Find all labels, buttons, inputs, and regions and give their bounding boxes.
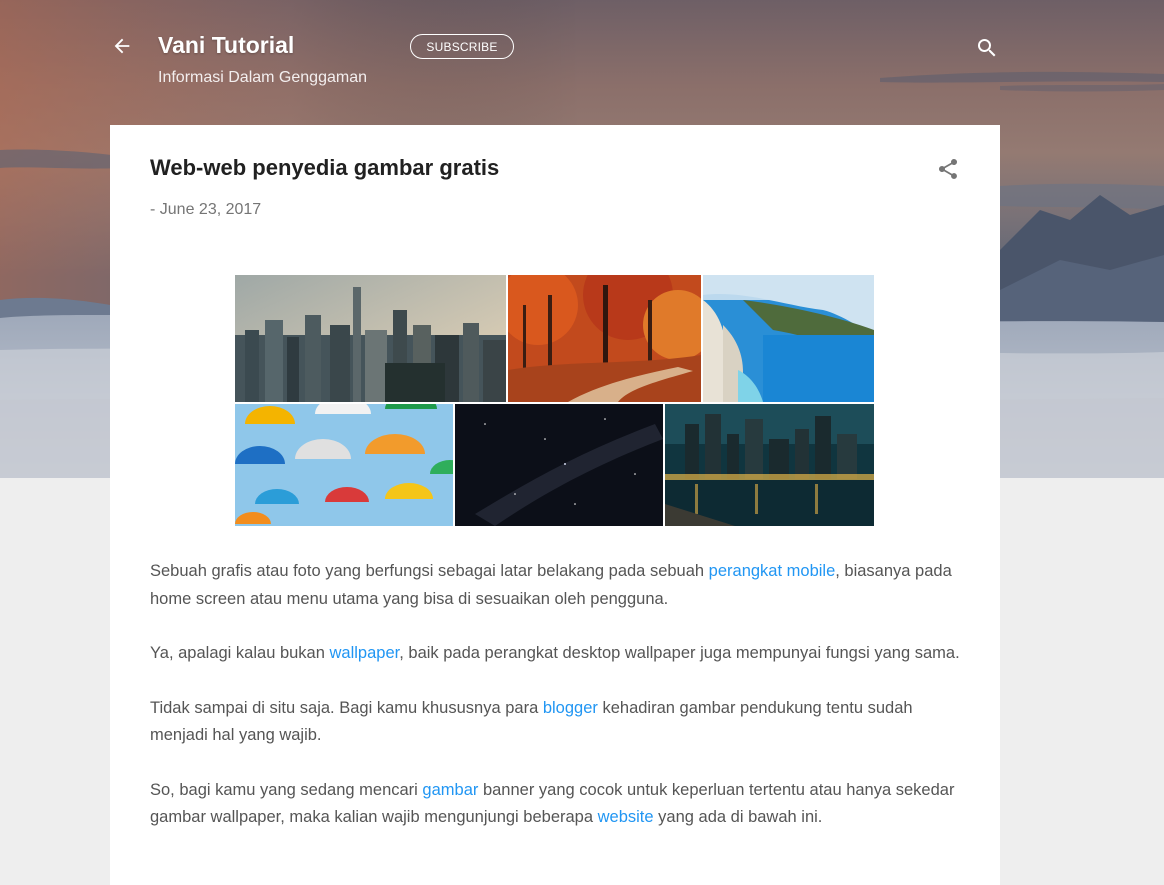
- paragraph-text: So, bagi kamu yang sedang mencari: [150, 780, 423, 799]
- night-sky-image: [455, 404, 663, 526]
- subscribe-button[interactable]: SUBSCRIBE: [410, 34, 514, 59]
- paragraph-text: yang ada di bawah ini.: [653, 808, 823, 826]
- post-card: Web-web penyedia gambar gratis - June 23…: [110, 125, 1000, 885]
- city-skyline-image: [235, 275, 506, 402]
- link-website[interactable]: website: [598, 808, 654, 826]
- paragraph: Ya, apalagi kalau bukan wallpaper, baik …: [150, 640, 960, 668]
- back-button[interactable]: [108, 32, 136, 60]
- search-icon: [978, 39, 996, 57]
- paragraph-text: Tidak sampai di situ saja. Bagi kamu khu…: [150, 698, 543, 717]
- site-header: Vani Tutorial Informasi Dalam Genggaman …: [0, 0, 1164, 120]
- link-gambar[interactable]: gambar: [422, 781, 478, 799]
- post-date: - June 23, 2017: [150, 201, 262, 218]
- link-blogger[interactable]: blogger: [543, 699, 598, 717]
- link-perangkat-mobile[interactable]: perangkat mobile: [709, 562, 836, 580]
- site-title[interactable]: Vani Tutorial: [158, 32, 294, 59]
- paragraph-text: , baik pada perangkat desktop wallpaper …: [399, 644, 960, 662]
- post-body: Sebuah grafis atau foto yang berfungsi s…: [150, 558, 960, 859]
- post-collage-image[interactable]: [235, 275, 874, 526]
- beach-cove-image: [703, 275, 874, 402]
- autumn-forest-image: [508, 275, 701, 402]
- umbrellas-image: [235, 404, 453, 526]
- arrow-left-icon: [114, 38, 130, 54]
- search-button[interactable]: [974, 35, 1000, 61]
- share-button[interactable]: [934, 155, 962, 183]
- paragraph-text: Ya, apalagi kalau bukan: [150, 644, 330, 662]
- link-wallpaper[interactable]: wallpaper: [330, 644, 400, 662]
- post-title[interactable]: Web-web penyedia gambar gratis: [150, 155, 499, 181]
- paragraph: So, bagi kamu yang sedang mencari gambar…: [150, 777, 960, 832]
- paragraph: Tidak sampai di situ saja. Bagi kamu khu…: [150, 695, 960, 750]
- night-city-harbor-image: [665, 404, 874, 526]
- share-icon: [939, 158, 958, 179]
- paragraph: Sebuah grafis atau foto yang berfungsi s…: [150, 558, 960, 613]
- site-description: Informasi Dalam Genggaman: [158, 69, 367, 86]
- paragraph-text: Sebuah grafis atau foto yang berfungsi s…: [150, 562, 709, 580]
